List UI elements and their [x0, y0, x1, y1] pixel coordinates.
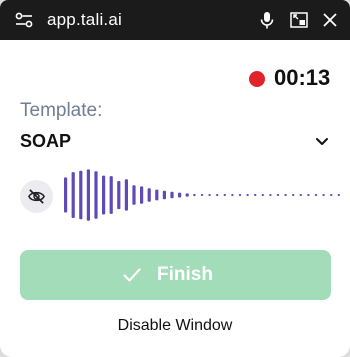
- waveform-bar: [155, 189, 159, 201]
- checkmark-icon: [123, 268, 141, 282]
- waveform-bar: [299, 194, 302, 196]
- waveform-bar: [117, 181, 121, 210]
- settings-sliders-icon[interactable]: [14, 10, 34, 30]
- waveform-bar: [246, 194, 249, 196]
- waveform-bar: [132, 185, 136, 205]
- waveform-bar: [330, 194, 333, 196]
- waveform-bar: [284, 194, 287, 196]
- waveform-bar: [178, 192, 182, 198]
- waveform-bar: [140, 186, 144, 204]
- waveform-bar: [71, 172, 75, 218]
- waveform-bar: [185, 193, 189, 197]
- audio-waveform: [64, 169, 340, 221]
- recording-indicator: [249, 71, 265, 87]
- finish-label: Finish: [157, 264, 213, 285]
- title-bar: app.tali.ai: [0, 0, 350, 40]
- toggle-waveform-button[interactable]: [20, 180, 53, 213]
- window-title: app.tali.ai: [47, 10, 122, 29]
- waveform-bar: [307, 194, 310, 196]
- waveform-bar: [147, 188, 151, 202]
- waveform-bar: [254, 194, 257, 196]
- waveform-bar: [200, 194, 204, 196]
- template-value: SOAP: [20, 131, 72, 151]
- recording-timer: 00:13: [274, 65, 331, 90]
- disable-window-link[interactable]: Disable Window: [0, 315, 350, 337]
- waveform-bar: [109, 176, 113, 214]
- microphone-icon[interactable]: [257, 10, 277, 30]
- waveform-bar: [231, 194, 234, 196]
- waveform-bar: [86, 169, 90, 221]
- waveform-bar: [238, 194, 242, 196]
- waveform-bar: [337, 194, 340, 196]
- waveform-bar: [79, 170, 83, 220]
- waveform-bar: [314, 194, 318, 196]
- close-icon[interactable]: [320, 10, 340, 30]
- template-select[interactable]: SOAP: [20, 126, 332, 156]
- waveform-bar: [216, 194, 219, 196]
- waveform-bar: [223, 194, 226, 196]
- eye-off-icon: [28, 189, 45, 204]
- waveform-bar: [276, 194, 280, 196]
- waveform-bar: [170, 191, 174, 199]
- waveform-bar: [124, 179, 128, 211]
- finish-button[interactable]: Finish: [20, 250, 331, 300]
- chevron-down-icon: [316, 138, 328, 145]
- waveform-bar: [261, 194, 264, 196]
- waveform-bar: [162, 190, 166, 200]
- waveform-bar: [193, 193, 196, 197]
- waveform-bar: [94, 171, 98, 219]
- waveform-bar: [269, 194, 272, 196]
- template-label: Template:: [20, 100, 103, 121]
- picture-in-picture-icon[interactable]: [289, 10, 309, 30]
- waveform-bar: [292, 194, 295, 196]
- waveform-bar: [208, 194, 211, 196]
- recorder-panel: 00:13 Template: SOAP Finish Disable Wind…: [0, 40, 350, 357]
- waveform-bar: [102, 175, 106, 215]
- waveform-bar: [322, 194, 325, 196]
- waveform-bar: [64, 177, 68, 213]
